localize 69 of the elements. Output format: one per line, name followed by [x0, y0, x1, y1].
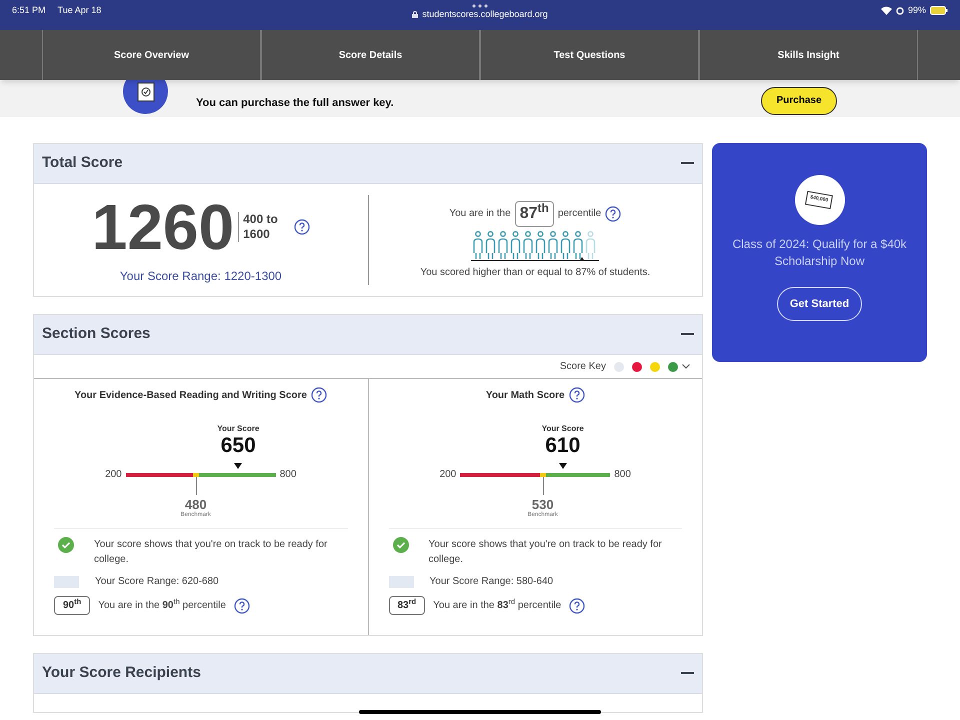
- percentile-suffix: percentile: [558, 207, 602, 221]
- scale-min: 200: [440, 468, 456, 482]
- readiness-message: Your score shows that you're on track to be ready for college.: [94, 538, 328, 567]
- score-marker-icon: [234, 462, 242, 468]
- benchmark-score: 480: [184, 498, 207, 511]
- scale-min: 200: [105, 468, 122, 482]
- section-title: Your Evidence-Based Reading and Writing Score: [74, 388, 307, 402]
- help-icon[interactable]: [294, 219, 310, 235]
- score-label: Your Score: [217, 423, 260, 435]
- chevron-down-icon[interactable]: [682, 364, 690, 369]
- percentile-text: You are in the 90$^{th}$ percentile: [98, 598, 226, 613]
- collapse-icon[interactable]: [681, 162, 694, 165]
- percentile-badge: 87$^{th}$: [514, 200, 554, 226]
- section-header[interactable]: Section Scores: [34, 315, 702, 355]
- percentile-prefix: You are in the: [449, 207, 511, 221]
- scale-to: 1600: [243, 227, 271, 242]
- help-icon[interactable]: [605, 206, 622, 222]
- readiness-message: Your score shows that you're on track to be ready for college.: [428, 538, 663, 567]
- purchase-button[interactable]: Purchase: [761, 86, 837, 114]
- total-score: 1260: [92, 195, 234, 259]
- percentile-badge: 83$^{rd}$: [388, 596, 426, 615]
- scale-max: 800: [614, 468, 631, 482]
- section-title: Total Score: [42, 153, 123, 174]
- help-icon[interactable]: [310, 387, 327, 403]
- range-swatch: [388, 576, 414, 588]
- score-range: Your Score Range: 1220-1300: [120, 268, 282, 285]
- status-time: 6:51 PM: [12, 4, 46, 17]
- status-date: Tue Apr 18: [58, 4, 102, 17]
- percentile-text: You are in the 83$^{rd}$ percentile: [433, 598, 562, 613]
- score-label: Your Score: [542, 423, 584, 435]
- benchmark-marker: [196, 476, 197, 494]
- score-range: Your Score Range: 580-640: [430, 575, 554, 589]
- nav-tab[interactable]: Score Details: [261, 30, 480, 80]
- promo-text: Class of 2024: Qualify for a $40k Scholarship Now: [731, 236, 908, 270]
- help-icon[interactable]: [234, 598, 250, 614]
- collapse-icon[interactable]: [681, 672, 694, 675]
- scale-from: 400 to: [243, 212, 278, 227]
- wifi-icon: [880, 6, 892, 16]
- check-icon: [392, 537, 408, 553]
- section-title: Your Score Recipients: [42, 663, 201, 684]
- nav-tab[interactable]: Score Overview: [42, 30, 261, 80]
- battery-icon: [930, 6, 948, 16]
- collapse-icon[interactable]: [681, 333, 694, 336]
- score-range: Your Score Range: 620-680: [95, 575, 219, 589]
- banner-text: You can purchase the full answer key.: [196, 96, 394, 112]
- get-started-button[interactable]: Get Started: [777, 287, 862, 321]
- section-title: Section Scores: [42, 324, 150, 344]
- percentile-badge: 90$^{th}$: [54, 596, 90, 615]
- scale-max: 800: [280, 468, 296, 482]
- section-header[interactable]: Total Score: [34, 144, 702, 184]
- section-header[interactable]: Your Score Recipients: [34, 654, 702, 694]
- range-swatch: [54, 576, 79, 588]
- percentile-summary: You scored higher than or equal to 87% of students.: [420, 266, 650, 280]
- battery-percent: 99%: [908, 4, 926, 17]
- section-score: 650: [220, 435, 256, 456]
- help-icon[interactable]: [569, 598, 586, 614]
- score-marker-icon: [558, 462, 567, 468]
- section-title: Your Math Score: [486, 388, 565, 402]
- section-score: 610: [545, 435, 580, 456]
- benchmark-score: 530: [532, 498, 554, 511]
- more-icon[interactable]: [472, 4, 488, 8]
- help-icon[interactable]: [568, 387, 585, 403]
- url-text: studentscores.collegeboard.org: [422, 8, 548, 21]
- benchmark-marker: [542, 476, 544, 494]
- score-key-label: Score Key: [560, 360, 606, 374]
- check-icon: [58, 537, 74, 553]
- lock-icon: [412, 11, 418, 18]
- nav-tab[interactable]: Test Questions: [480, 30, 699, 80]
- nav-tab[interactable]: Skills Insight: [699, 30, 918, 80]
